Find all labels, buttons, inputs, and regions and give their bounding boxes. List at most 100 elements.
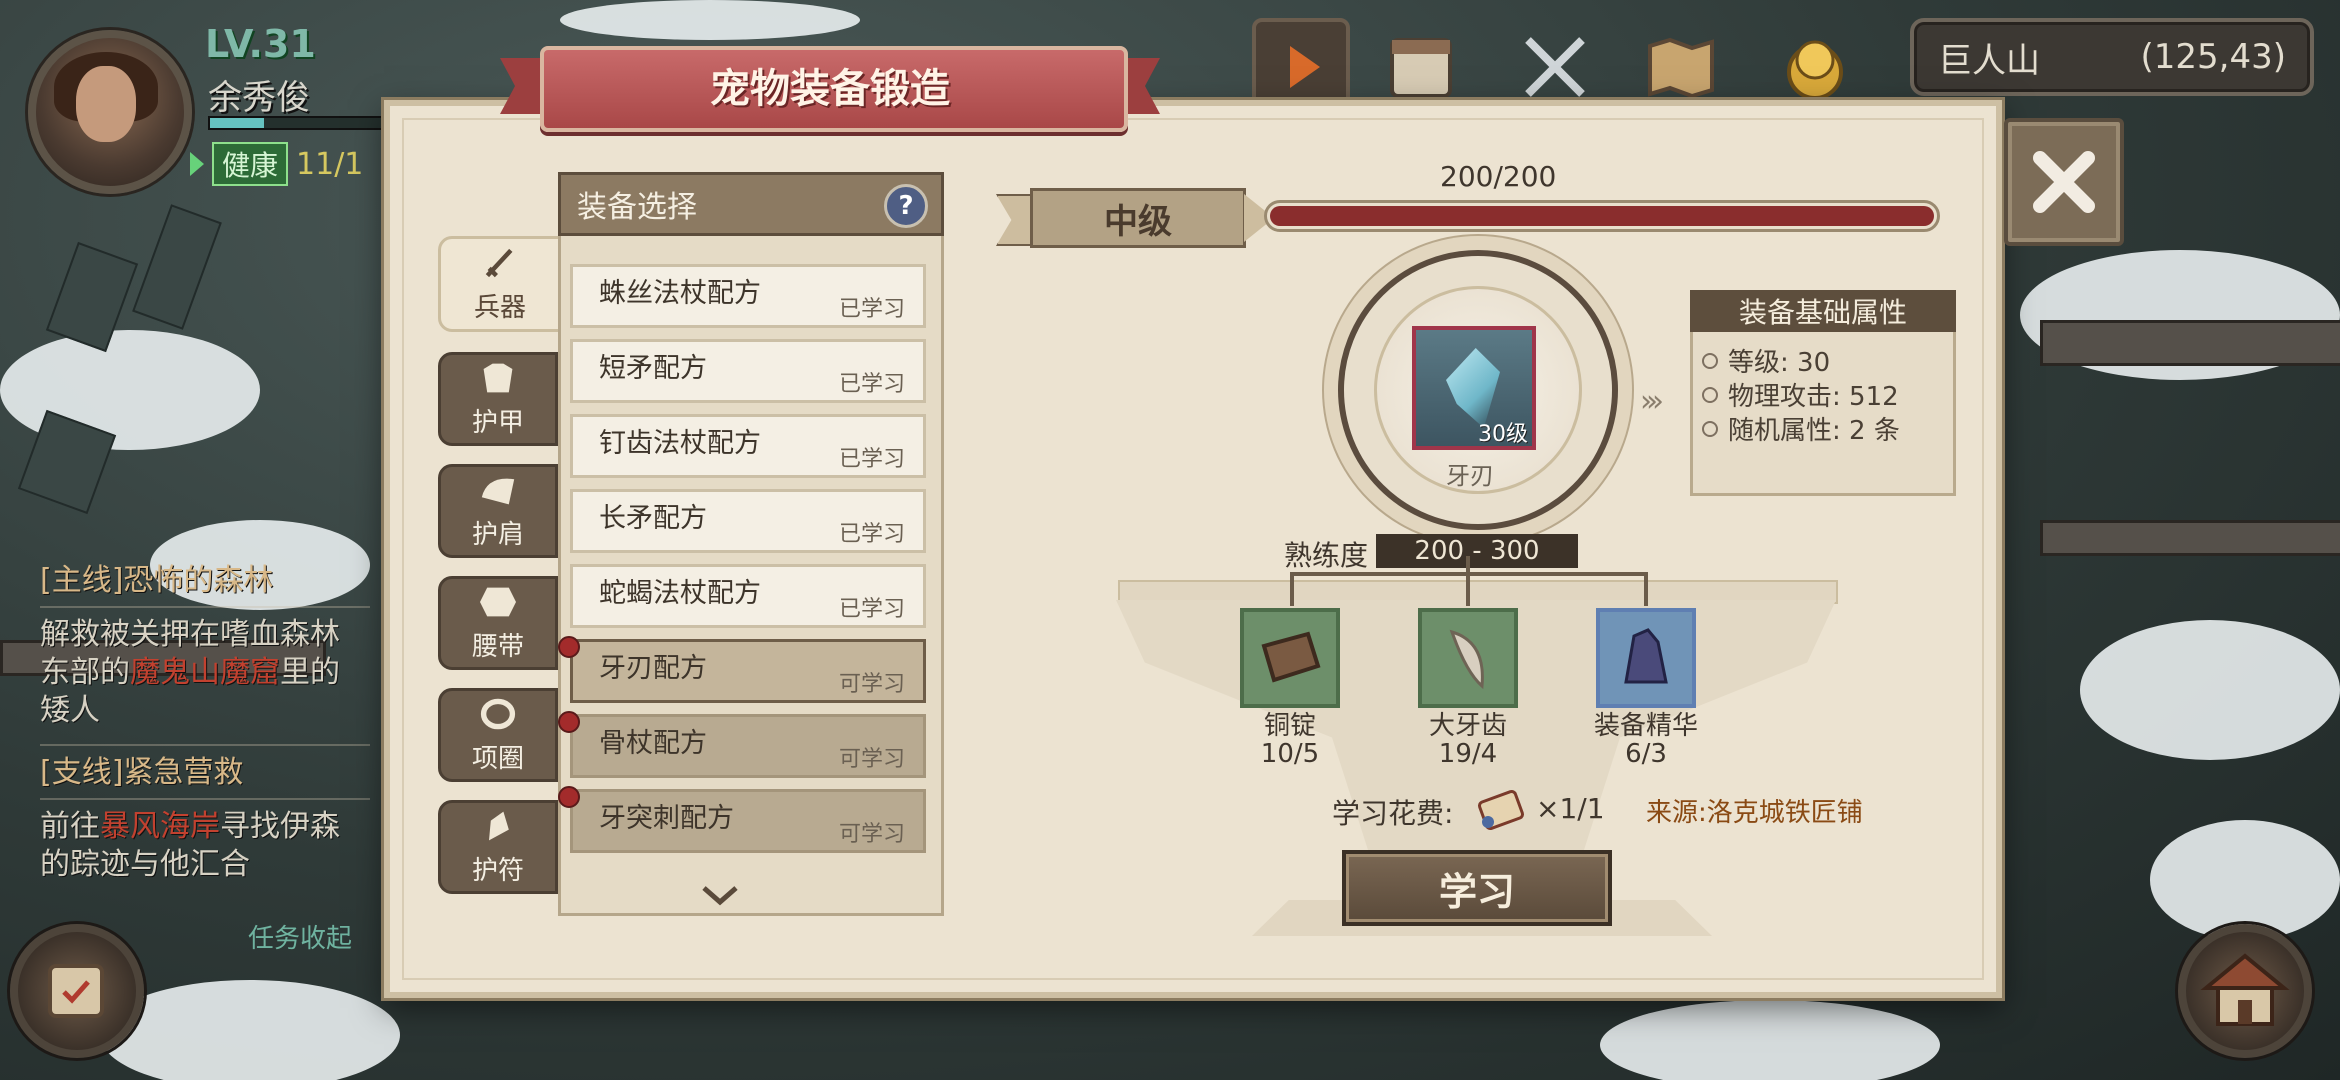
- tab-label: 护符: [471, 855, 524, 886]
- list-item[interactable]: 蛛丝法杖配方 已学习: [570, 264, 926, 328]
- recipe-name: 短矛配方: [599, 353, 707, 384]
- list-item[interactable]: 钉齿法杖配方 已学习: [570, 414, 926, 478]
- close-icon: [2033, 151, 2095, 213]
- location-coords: (125,43): [2140, 37, 2287, 77]
- quest-desc-text: 的踪迹与他汇合: [40, 847, 250, 882]
- list-item[interactable]: 短矛配方 已学习: [570, 339, 926, 403]
- tab-belt[interactable]: 腰带: [438, 576, 558, 670]
- recipe-name: 蛛丝法杖配方: [599, 278, 761, 309]
- calendar-glyph: [1390, 38, 1452, 98]
- quest-book-button[interactable]: [10, 924, 144, 1058]
- location-name: 巨人山: [1938, 40, 2040, 81]
- copper-ingot-icon[interactable]: [1240, 608, 1340, 708]
- forge-tier-label: 中级: [1030, 188, 1246, 248]
- amulet-icon: [489, 811, 509, 840]
- recipe-name: 钉齿法杖配方: [599, 428, 761, 459]
- list-item[interactable]: 骨杖配方 可学习: [570, 714, 926, 778]
- cost-label: 学习花费:: [1332, 797, 1454, 830]
- recipe-status: 已学习: [838, 447, 905, 472]
- avatar-face: [76, 66, 136, 142]
- list-item-selected[interactable]: 牙刃配方 可学习: [570, 639, 926, 703]
- quest-desc-text: 东部的: [40, 655, 130, 690]
- new-indicator-dot: [558, 711, 580, 733]
- list-item[interactable]: 蛇蝎法杖配方 已学习: [570, 564, 926, 628]
- exp-bar-fill: [210, 118, 264, 128]
- quest-side[interactable]: [支线]紧急营救 前往暴风海岸寻找伊森 的踪迹与他汇合: [40, 754, 370, 884]
- player-avatar[interactable]: [28, 30, 192, 194]
- material-count: 6/3: [1625, 739, 1667, 769]
- divider: [40, 798, 370, 800]
- attribute-row: 等级: 30: [1702, 342, 1830, 379]
- bullet-icon: [1702, 420, 1718, 437]
- divider: [40, 744, 370, 746]
- learn-button[interactable]: 学习: [1342, 850, 1612, 926]
- crossed-swords-icon[interactable]: [1510, 22, 1600, 112]
- new-indicator-dot: [558, 636, 580, 658]
- map-icon[interactable]: [1636, 22, 1726, 112]
- player-level: LV.31: [205, 22, 316, 66]
- recipe-status: 可学习: [838, 747, 905, 772]
- quest-location: 魔鬼山魔窟: [130, 655, 280, 690]
- tab-collar[interactable]: 项圈: [438, 688, 558, 782]
- panel-title: 宠物装备锻造: [710, 66, 950, 112]
- recipe-status: 已学习: [838, 522, 905, 547]
- close-button[interactable]: [2004, 118, 2124, 246]
- chevron-down-icon[interactable]: [700, 884, 740, 908]
- equipment-essence-icon[interactable]: [1596, 608, 1696, 708]
- quest-desc: 解救被关押在嗜血森林 东部的魔鬼山魔窟里的 矮人: [40, 616, 370, 730]
- health-status[interactable]: 健康 11/1: [190, 142, 363, 186]
- quest-tracker[interactable]: [主线]恐怖的森林 解救被关押在嗜血森林 东部的魔鬼山魔窟里的 矮人 [支线]紧…: [40, 562, 370, 884]
- quest-title: [支线]紧急营救: [40, 755, 244, 790]
- connector-line: [1290, 572, 1294, 606]
- connector-line: [1644, 572, 1648, 606]
- attribute-text: 等级: 30: [1728, 348, 1831, 378]
- list-item[interactable]: 牙突刺配方 可学习: [570, 789, 926, 853]
- health-tag: 健康: [212, 142, 289, 186]
- quest-main[interactable]: [主线]恐怖的森林 解救被关押在嗜血森林 东部的魔鬼山魔窟里的 矮人: [40, 562, 370, 730]
- recipe-name: 长矛配方: [599, 503, 707, 534]
- cost-value: ×1/1: [1536, 792, 1605, 825]
- material-name: 装备精华: [1593, 711, 1698, 741]
- attribute-row: 物理攻击: 512: [1702, 376, 1899, 413]
- proficiency-label: 熟练度: [1284, 539, 1369, 572]
- house-icon: [2200, 953, 2290, 1026]
- material-count: 19/4: [1438, 739, 1498, 769]
- location-display[interactable]: 巨人山 (125,43): [1910, 18, 2314, 96]
- tab-weapon[interactable]: 兵器: [438, 236, 562, 332]
- tab-armor[interactable]: 护甲: [438, 352, 558, 446]
- health-value: 11/1: [296, 146, 364, 182]
- help-button[interactable]: ?: [884, 184, 928, 228]
- quest-desc-text: 前往: [40, 809, 100, 844]
- sword-icon: [485, 248, 513, 277]
- calendar-icon[interactable]: [1376, 22, 1466, 112]
- recipe-name: 蛇蝎法杖配方: [599, 578, 761, 609]
- gold-coins-icon[interactable]: [1770, 22, 1860, 112]
- quest-desc-text: 矮人: [40, 693, 100, 728]
- tab-amulet[interactable]: 护符: [438, 800, 558, 894]
- shoulder-icon: [481, 478, 515, 504]
- connector-line: [1466, 572, 1470, 606]
- attribute-header: 装备基础属性: [1690, 290, 1956, 332]
- bullet-icon: [1702, 352, 1718, 369]
- item-level: 30级: [1478, 422, 1528, 447]
- quest-title: [主线]恐怖的森林: [40, 563, 274, 598]
- proficiency-range: 200 - 300: [1376, 534, 1578, 568]
- exp-bar: [208, 116, 392, 130]
- big-tooth-icon[interactable]: [1418, 608, 1518, 708]
- tooth-glyph: [1449, 629, 1484, 690]
- tab-label: 项圈: [471, 743, 524, 774]
- tab-label: 护甲: [471, 407, 524, 438]
- quest-collapse-button[interactable]: 任务收起: [248, 918, 352, 955]
- recipe-source: 来源:洛克城铁匠铺: [1646, 798, 1863, 828]
- tab-label: 腰带: [471, 631, 524, 662]
- tab-shoulder[interactable]: 护肩: [438, 464, 558, 558]
- ingot-glyph: [1261, 631, 1321, 683]
- chevrons-right-icon: ›››: [1640, 384, 1664, 419]
- list-item[interactable]: 长矛配方 已学习: [570, 489, 926, 553]
- play-arrow-icon: [190, 152, 204, 176]
- quest-desc-text: 里的: [280, 655, 340, 690]
- home-button[interactable]: [2178, 924, 2312, 1058]
- panel-title-ribbon: 宠物装备锻造: [500, 46, 1160, 132]
- divider: [40, 606, 370, 608]
- recipe-scroll-icon: [1477, 789, 1525, 831]
